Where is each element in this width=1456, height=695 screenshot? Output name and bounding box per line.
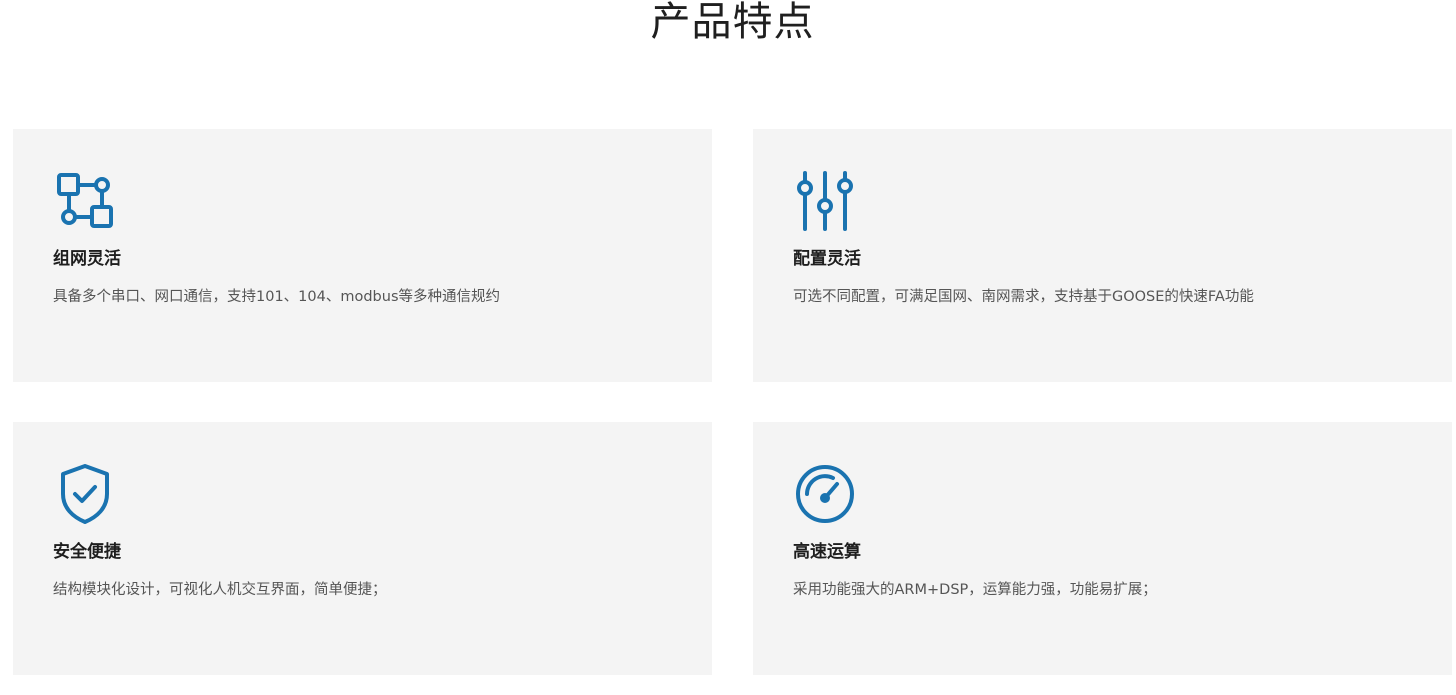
- speedometer-icon: [793, 462, 857, 526]
- feature-description: 结构模块化设计，可视化人机交互界面，简单便捷；: [53, 582, 387, 598]
- section-title: 产品特点: [650, 0, 815, 45]
- feature-title: 安全便捷: [53, 542, 121, 562]
- feature-card-configuration: 配置灵活 可选不同配置，可满足国网、南网需求，支持基于GOOSE的快速FA功能: [753, 129, 1452, 382]
- feature-card-networking: 组网灵活 具备多个串口、网口通信，支持101、104、modbus等多种通信规约: [13, 129, 712, 382]
- network-nodes-icon: [53, 169, 117, 233]
- sliders-icon: [793, 169, 857, 233]
- shield-check-icon: [53, 462, 117, 526]
- feature-card-computing: 高速运算 采用功能强大的ARM+DSP，运算能力强，功能易扩展；: [753, 422, 1452, 675]
- feature-description: 采用功能强大的ARM+DSP，运算能力强，功能易扩展；: [793, 582, 1157, 598]
- feature-title: 高速运算: [793, 542, 861, 562]
- feature-description: 可选不同配置，可满足国网、南网需求，支持基于GOOSE的快速FA功能: [793, 289, 1254, 305]
- feature-description: 具备多个串口、网口通信，支持101、104、modbus等多种通信规约: [53, 289, 500, 305]
- feature-title: 组网灵活: [53, 249, 121, 269]
- feature-card-security: 安全便捷 结构模块化设计，可视化人机交互界面，简单便捷；: [13, 422, 712, 675]
- feature-title: 配置灵活: [793, 249, 861, 269]
